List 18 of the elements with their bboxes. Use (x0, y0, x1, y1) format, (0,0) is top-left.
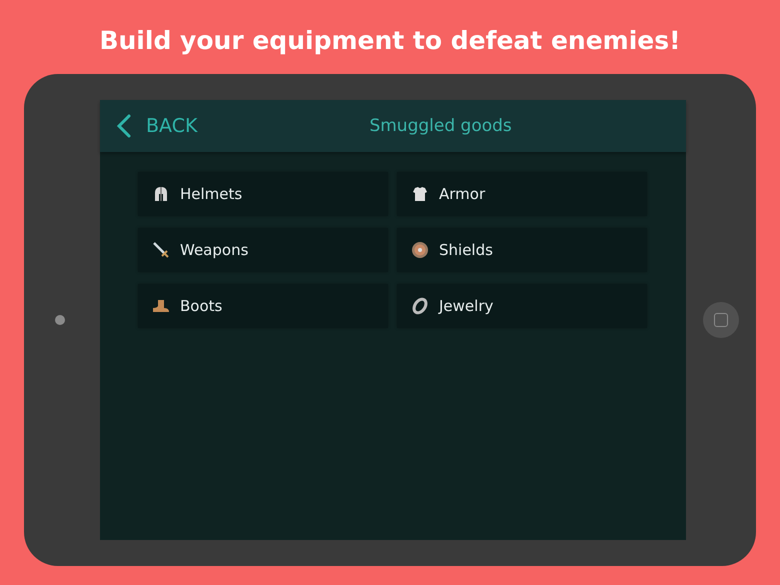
chevron-left-icon (116, 114, 132, 138)
helmet-icon (152, 185, 170, 203)
armor-icon (411, 185, 429, 203)
back-button[interactable]: BACK (100, 114, 198, 138)
headline: Build your equipment to defeat enemies! (99, 25, 681, 57)
sword-icon (152, 241, 170, 259)
camera-dot (55, 315, 65, 325)
category-button[interactable]: Helmets (138, 172, 388, 216)
category-button[interactable]: Armor (397, 172, 647, 216)
category-button[interactable]: Weapons (138, 228, 388, 272)
screen-title: Smuggled goods (369, 116, 512, 136)
boot-icon (152, 297, 170, 315)
shield-icon (411, 241, 429, 259)
category-button[interactable]: Shields (397, 228, 647, 272)
home-button[interactable] (703, 302, 739, 338)
category-button[interactable]: Boots (138, 284, 388, 328)
category-button[interactable]: Jewelry (397, 284, 647, 328)
ring-icon (411, 297, 429, 315)
